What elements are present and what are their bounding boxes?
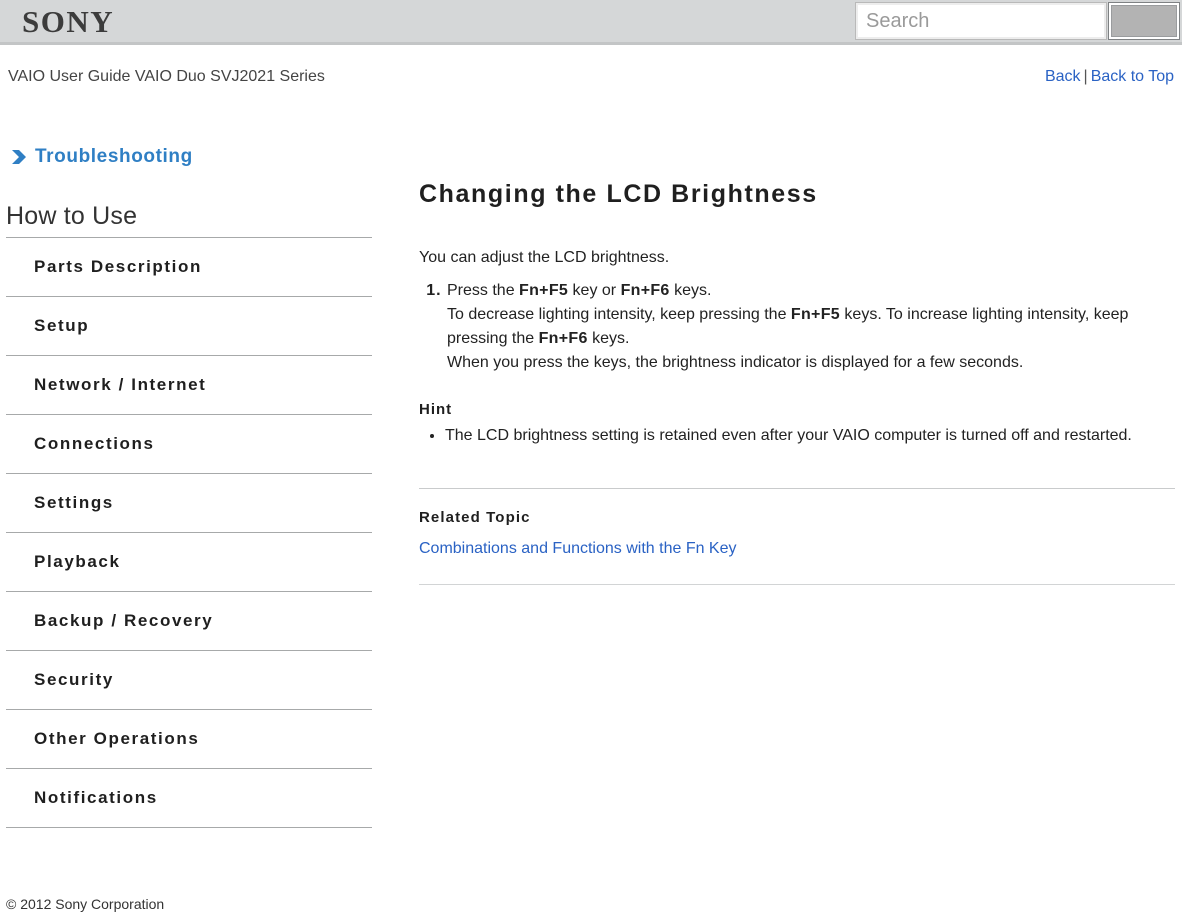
sub-header: VAIO User Guide VAIO Duo SVJ2021 Series … xyxy=(0,48,1182,104)
sidebar-item-label: Settings xyxy=(34,493,114,512)
sony-logo: SONY xyxy=(22,4,115,39)
site-header: SONY xyxy=(0,0,1182,45)
key-combo-fn-f6: Fn+F6 xyxy=(620,282,670,299)
back-link[interactable]: Back xyxy=(1045,68,1081,85)
sidebar-item-notifications[interactable]: Notifications xyxy=(6,769,372,828)
sidebar-item-label: Backup / Recovery xyxy=(34,611,214,630)
search-area xyxy=(855,2,1180,40)
sidebar-item-security[interactable]: Security xyxy=(6,651,372,710)
chevron-right-icon xyxy=(10,148,28,166)
nav-separator: | xyxy=(1083,68,1088,85)
sidebar-item-troubleshooting-label: Troubleshooting xyxy=(35,146,193,167)
step-detail-c: keys. xyxy=(587,330,630,347)
sidebar-nav-list: Parts Description Setup Network / Intern… xyxy=(0,238,372,828)
steps-list: Press the Fn+F5 key or Fn+F6 keys. To de… xyxy=(419,279,1175,375)
copyright-notice: © 2012 Sony Corporation xyxy=(6,896,165,912)
sidebar-item-network-internet[interactable]: Network / Internet xyxy=(6,356,372,415)
key-combo-fn-f5: Fn+F5 xyxy=(519,282,569,299)
content-divider-top xyxy=(419,488,1175,489)
sidebar-item-label: Connections xyxy=(34,434,155,453)
search-button[interactable] xyxy=(1108,2,1180,40)
step-text-c: keys. xyxy=(669,282,712,299)
back-to-top-link[interactable]: Back to Top xyxy=(1091,68,1174,85)
sidebar-section-title: How to Use xyxy=(6,202,372,238)
sidebar-item-troubleshooting[interactable]: Troubleshooting xyxy=(0,140,392,174)
step-text-b: key or xyxy=(568,282,621,299)
key-combo-fn-f6: Fn+F6 xyxy=(538,330,588,347)
sidebar-item-playback[interactable]: Playback xyxy=(6,533,372,592)
article-lead: You can adjust the LCD brightness. xyxy=(419,249,670,266)
key-combo-fn-f5: Fn+F5 xyxy=(790,306,840,323)
sidebar-item-label: Parts Description xyxy=(34,257,202,276)
hint-bullet-item: The LCD brightness setting is retained e… xyxy=(445,424,1175,448)
sidebar-item-setup[interactable]: Setup xyxy=(6,297,372,356)
sidebar-item-label: Other Operations xyxy=(34,729,200,748)
search-input[interactable] xyxy=(855,2,1107,40)
related-topic-heading: Related Topic xyxy=(419,509,531,526)
sidebar-item-settings[interactable]: Settings xyxy=(6,474,372,533)
sidebar-item-label: Notifications xyxy=(34,788,158,807)
step-detail-a: To decrease lighting intensity, keep pre… xyxy=(447,306,791,323)
content-divider-bottom xyxy=(419,584,1175,585)
sidebar-item-label: Security xyxy=(34,670,114,689)
sidebar-item-other-operations[interactable]: Other Operations xyxy=(6,710,372,769)
sidebar: Troubleshooting How to Use Parts Descrip… xyxy=(0,140,392,828)
article-title: Changing the LCD Brightness xyxy=(419,180,818,208)
main-content: Changing the LCD Brightness You can adju… xyxy=(419,180,1175,585)
step-detail-line3: When you press the keys, the brightness … xyxy=(447,354,1024,371)
page-title: VAIO User Guide VAIO Duo SVJ2021 Series xyxy=(8,68,325,85)
sidebar-item-label: Setup xyxy=(34,316,90,335)
hint-bullet-list: The LCD brightness setting is retained e… xyxy=(419,424,1175,448)
sidebar-item-label: Playback xyxy=(34,552,121,571)
sidebar-item-label: Network / Internet xyxy=(34,375,207,394)
related-topic-link[interactable]: Combinations and Functions with the Fn K… xyxy=(419,540,737,558)
step-text-a: Press the xyxy=(447,282,520,299)
step-item: Press the Fn+F5 key or Fn+F6 keys. To de… xyxy=(447,279,1175,375)
sidebar-item-backup-recovery[interactable]: Backup / Recovery xyxy=(6,592,372,651)
sidebar-item-connections[interactable]: Connections xyxy=(6,415,372,474)
header-nav-links: Back | Back to Top xyxy=(1045,68,1174,86)
hint-heading: Hint xyxy=(419,401,453,418)
sidebar-item-parts-description[interactable]: Parts Description xyxy=(6,238,372,297)
